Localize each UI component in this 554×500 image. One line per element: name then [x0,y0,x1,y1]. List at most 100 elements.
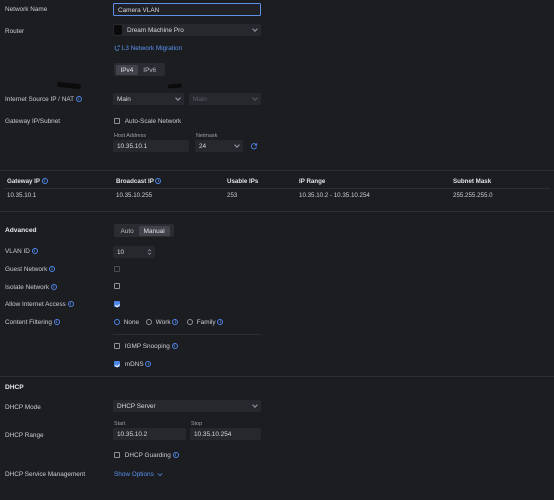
dhcp-section-title: DHCP [5,384,24,391]
advanced-mode-toggle: Auto Manual [114,224,174,237]
content-filtering-label: Content Filtering i [5,319,60,326]
allow-internet-access-text: Allow Internet Access [5,301,66,308]
content-filter-work-text: Work [155,319,171,326]
divider [0,376,554,377]
dhcp-guarding-checkbox[interactable] [114,452,120,459]
info-icon[interactable]: i [53,319,60,326]
content-filter-work-option[interactable]: Work i [146,319,179,326]
redacted-mark [167,83,183,89]
vlan-id-input[interactable]: 10 [113,246,155,258]
content-filter-family-radio[interactable] [187,319,193,326]
info-icon[interactable]: i [145,361,152,368]
table-header-ip-range: IP Range [299,178,326,185]
guest-network-text: Guest Network [5,266,48,273]
isolate-network-label: Isolate Network i [5,284,57,291]
vlan-id-text: VLAN ID [5,248,30,255]
content-filter-none-radio[interactable] [114,319,120,326]
table-header-broadcast-ip: Broadcast IP i [116,178,162,185]
igmp-snooping-checkbox[interactable] [114,343,120,350]
content-filter-family-text: Family [196,319,216,326]
divider [113,334,261,335]
dhcp-stop-input[interactable]: 10.35.10.254 [190,428,261,440]
redacted-mark [114,25,122,35]
auto-scale-network[interactable]: Auto-Scale Network [114,118,181,125]
l3-migration-link[interactable]: L3 Network Migration [114,45,182,52]
netmask-select[interactable]: 24 [195,140,243,152]
ipv4-tab[interactable]: IPv4 [115,64,139,75]
vlan-id-value: 10 [117,249,125,256]
advanced-manual-tab[interactable]: Manual [138,225,170,236]
table-cell-gateway-ip: 10.35.10.1 [7,192,37,199]
igmp-snooping-text: IGMP Snooping [124,343,170,350]
internet-source-secondary-value: Main [193,96,207,103]
mdns-option[interactable]: mDNS i [114,361,152,368]
table-cell-usable-ips: 253 [227,192,238,199]
chevron-down-icon [234,142,240,148]
info-icon[interactable]: i [49,266,56,273]
dhcp-range-label: DHCP Range [5,432,44,439]
content-filter-none-option[interactable]: None [114,319,139,326]
table-header-usable-ips: Usable IPs [227,178,259,185]
content-filter-none-text: None [123,319,140,326]
dhcp-mode-value: DHCP Server [117,403,156,410]
l3-migration-text: L3 Network Migration [121,45,183,52]
isolate-network-checkbox[interactable] [114,283,120,289]
info-icon[interactable]: i [67,301,74,308]
internet-source-secondary-select: Main [189,93,261,105]
dhcp-stop-label: Stop [191,421,203,427]
show-options-link[interactable]: Show Options [114,471,163,478]
dhcp-guarding-option[interactable]: DHCP Guarding i [114,452,179,459]
ipv6-tab[interactable]: IPv6 [138,65,161,75]
info-icon[interactable]: i [155,178,162,185]
info-icon[interactable]: i [50,284,57,291]
igmp-snooping-option[interactable]: IGMP Snooping i [114,343,178,350]
chevron-down-icon [252,402,258,408]
internet-source-label: Internet Source IP / NAT i [5,96,82,103]
info-icon[interactable]: i [31,248,38,255]
advanced-auto-tab[interactable]: Auto [116,226,139,236]
netmask-value: 24 [199,143,207,150]
dhcp-mode-label: DHCP Mode [5,404,41,411]
guest-network-label: Guest Network i [5,266,56,273]
isolate-network-text: Isolate Network [5,284,50,291]
router-select[interactable]: Dream Machine Pro [113,24,261,36]
chevron-down-icon [252,26,258,32]
network-name-input[interactable]: Camera VLAN [113,3,261,16]
chevron-down-icon [175,95,181,101]
auto-scale-checkbox[interactable] [114,118,120,125]
info-icon[interactable]: i [75,96,82,103]
chevron-down-icon [157,472,163,476]
info-icon[interactable]: i [41,178,48,185]
table-cell-ip-range: 10.35.10.2 - 10.35.10.254 [299,192,370,199]
info-icon[interactable]: i [217,319,224,326]
info-icon[interactable]: i [171,343,178,350]
ip-version-toggle: IPv4 IPv6 [114,63,165,76]
divider [4,188,550,189]
info-icon[interactable]: i [172,452,179,459]
show-options-text: Show Options [114,471,154,478]
table-header-text: Gateway IP [7,178,40,185]
host-address-input[interactable]: 10.35.10.1 [113,140,189,152]
internet-source-value: Main [117,96,131,103]
mdns-checkbox[interactable] [114,361,120,368]
guest-network-checkbox[interactable] [114,266,120,272]
dhcp-start-input[interactable]: 10.35.10.2 [113,428,186,440]
stepper-icon[interactable] [147,248,152,256]
dhcp-mode-select[interactable]: DHCP Server [113,400,261,412]
allow-internet-access-checkbox[interactable] [114,301,120,308]
table-cell-subnet-mask: 255.255.255.0 [453,192,493,199]
divider [0,170,554,171]
redacted-mark [56,81,82,90]
mdns-text: mDNS [124,361,144,368]
content-filter-work-radio[interactable] [146,319,152,326]
auto-scale-label: Auto-Scale Network [124,118,182,125]
content-filter-family-option[interactable]: Family i [187,319,224,326]
info-icon[interactable]: i [172,319,179,326]
migration-icon [114,45,121,52]
table-cell-broadcast-ip: 10.35.10.255 [116,192,153,199]
gateway-subnet-label: Gateway IP/Subnet [5,118,61,125]
allow-internet-access-label: Allow Internet Access i [5,301,74,308]
refresh-icon[interactable] [250,142,258,152]
router-label: Router [5,28,25,35]
internet-source-select[interactable]: Main [113,93,184,105]
